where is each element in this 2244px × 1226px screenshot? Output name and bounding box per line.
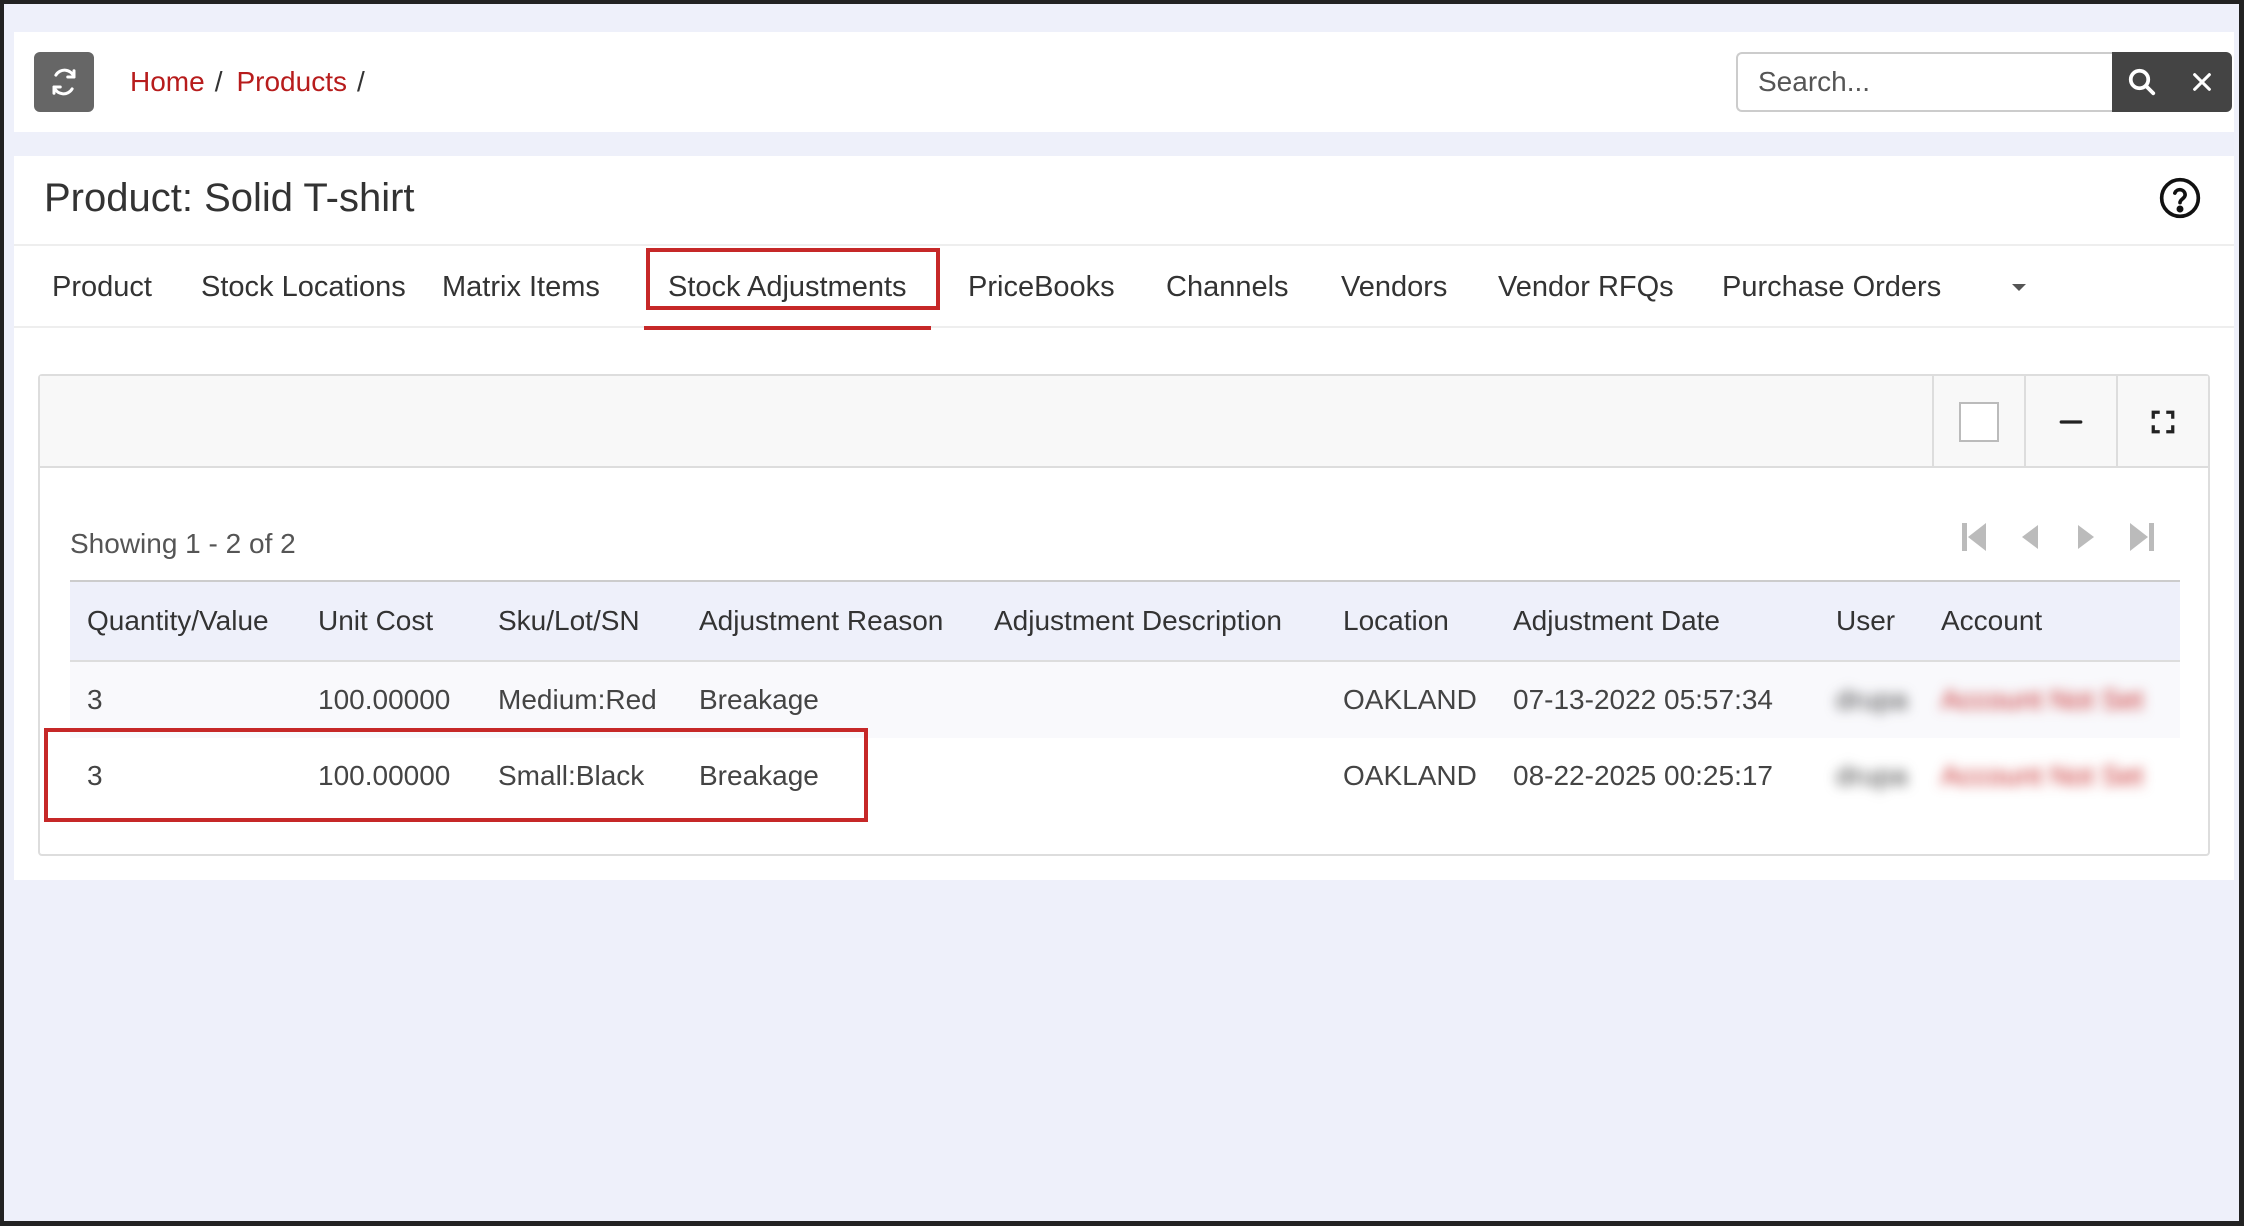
- caret-down-icon: [2012, 284, 2026, 291]
- tab-channels[interactable]: Channels: [1142, 246, 1313, 328]
- fullscreen-button[interactable]: [2116, 376, 2208, 468]
- breadcrumb-products[interactable]: Products: [236, 66, 347, 98]
- prev-page-button[interactable]: [2010, 512, 2050, 562]
- first-page-button[interactable]: [1954, 512, 1994, 562]
- refresh-icon: [52, 68, 76, 96]
- close-icon: [2193, 73, 2211, 91]
- cell-account[interactable]: Account Not Set: [1941, 662, 2143, 738]
- expand-icon: [2151, 410, 2175, 434]
- cell-location: OAKLAND: [1343, 684, 1477, 715]
- more-tabs-button[interactable]: [2004, 272, 2034, 302]
- next-page-icon: [2078, 525, 2094, 549]
- next-page-button[interactable]: [2066, 512, 2106, 562]
- column-header[interactable]: Sku/Lot/SN: [498, 582, 640, 660]
- stock-adjustments-table: Quantity/Value Unit Cost Sku/Lot/SN Adju…: [70, 580, 2180, 814]
- tab-vendors[interactable]: Vendors: [1317, 246, 1471, 328]
- cell-unit-cost: 100.00000: [318, 684, 451, 715]
- content-card: Product: Solid T-shirt Product Stock Loc…: [14, 156, 2234, 880]
- select-toggle-button[interactable]: [1932, 376, 2024, 468]
- column-header[interactable]: Location: [1343, 582, 1449, 660]
- tab-bar: Product Stock Locations Matrix Items Sto…: [14, 246, 2234, 330]
- panel-toolbar: [40, 376, 2208, 468]
- column-header[interactable]: Quantity/Value: [87, 582, 269, 660]
- breadcrumb-separator: /: [214, 66, 223, 97]
- table-row[interactable]: 3 100.00000 Medium:Red Breakage OAKLAND …: [70, 662, 2180, 738]
- tab-stock-locations[interactable]: Stock Locations: [177, 246, 430, 328]
- clear-search-button[interactable]: [2172, 52, 2232, 112]
- column-header[interactable]: Adjustment Description: [994, 582, 1282, 660]
- grid-panel: Showing 1 - 2 of 2 Quantity/Value Unit C…: [38, 374, 2210, 856]
- column-header[interactable]: Account: [1941, 582, 2042, 660]
- search-bar: [1736, 52, 2232, 112]
- checkbox[interactable]: [1959, 402, 1999, 442]
- column-header[interactable]: Adjustment Date: [1513, 582, 1720, 660]
- column-header[interactable]: User: [1836, 582, 1895, 660]
- refresh-button[interactable]: [34, 52, 94, 112]
- tab-stock-adjustments[interactable]: Stock Adjustments: [644, 246, 931, 330]
- cell-user: drupa: [1836, 684, 1908, 715]
- prev-page-icon: [2022, 525, 2038, 549]
- tab-product[interactable]: Product: [28, 246, 176, 328]
- cell-quantity: 3: [87, 684, 103, 715]
- tab-purchase-orders[interactable]: Purchase Orders: [1698, 246, 1965, 328]
- first-page-icon: [1962, 523, 1986, 551]
- cell-reason: Breakage: [699, 760, 819, 791]
- minimize-button[interactable]: [2024, 376, 2116, 468]
- cell-unit-cost: 100.00000: [318, 760, 451, 791]
- tab-vendor-rfqs[interactable]: Vendor RFQs: [1474, 246, 1698, 328]
- cell-date: 08-22-2025 00:25:17: [1513, 760, 1773, 791]
- minus-icon: [2059, 420, 2083, 424]
- pagination-summary: Showing 1 - 2 of 2: [70, 528, 296, 559]
- cell-location: OAKLAND: [1343, 760, 1477, 791]
- breadcrumb-separator: /: [356, 66, 365, 97]
- column-header[interactable]: Unit Cost: [318, 582, 433, 660]
- cell-account[interactable]: Account Not Set: [1941, 738, 2143, 814]
- last-page-icon: [2130, 523, 2154, 551]
- cell-user: drupa: [1836, 760, 1908, 791]
- tab-matrix-items[interactable]: Matrix Items: [418, 246, 624, 328]
- help-circle-icon[interactable]: [2158, 176, 2202, 220]
- cell-reason: Breakage: [699, 684, 819, 715]
- top-bar: Home / Products /: [14, 32, 2234, 132]
- search-icon: [2128, 68, 2156, 96]
- cell-sku: Small:Black: [498, 760, 645, 791]
- search-input[interactable]: [1736, 52, 2112, 112]
- tab-pricebooks[interactable]: PriceBooks: [944, 246, 1139, 328]
- search-button[interactable]: [2112, 52, 2172, 112]
- table-row[interactable]: 3 100.00000 Small:Black Breakage OAKLAND…: [70, 738, 2180, 814]
- column-header[interactable]: Adjustment Reason: [699, 582, 943, 660]
- page-title: Product: Solid T-shirt: [44, 176, 415, 220]
- breadcrumb-home[interactable]: Home: [130, 66, 205, 98]
- last-page-button[interactable]: [2122, 512, 2162, 562]
- breadcrumb: Home / Products /: [130, 60, 379, 104]
- cell-quantity: 3: [87, 760, 103, 791]
- cell-sku: Medium:Red: [498, 684, 657, 715]
- table-header: Quantity/Value Unit Cost Sku/Lot/SN Adju…: [70, 582, 2180, 662]
- cell-date: 07-13-2022 05:57:34: [1513, 684, 1773, 715]
